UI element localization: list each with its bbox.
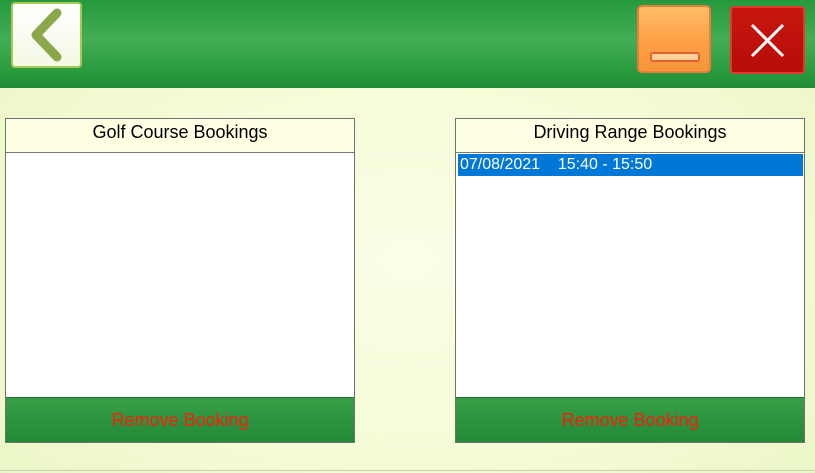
close-icon <box>750 23 785 58</box>
driving-range-remove-booking-button[interactable]: Remove Booking <box>456 397 804 442</box>
top-bar <box>0 0 815 88</box>
back-button[interactable] <box>11 2 82 68</box>
minimize-icon <box>650 52 700 62</box>
booking-list-item[interactable]: 07/08/2021 15:40 - 15:50 <box>458 154 803 176</box>
golf-course-bookings-panel: Golf Course Bookings Remove Booking <box>5 118 355 443</box>
golf-course-bookings-title: Golf Course Bookings <box>6 119 354 153</box>
driving-range-bookings-list[interactable]: 07/08/2021 15:40 - 15:50 <box>456 153 804 397</box>
close-button[interactable] <box>730 6 805 74</box>
driving-range-bookings-title: Driving Range Bookings <box>456 119 804 153</box>
chevron-left-icon <box>31 8 62 62</box>
minimize-button[interactable] <box>637 5 711 73</box>
bottom-divider <box>0 470 815 471</box>
golf-course-remove-booking-button[interactable]: Remove Booking <box>6 397 354 442</box>
driving-range-bookings-panel: Driving Range Bookings 07/08/2021 15:40 … <box>455 118 805 443</box>
golf-course-bookings-list[interactable] <box>6 153 354 397</box>
